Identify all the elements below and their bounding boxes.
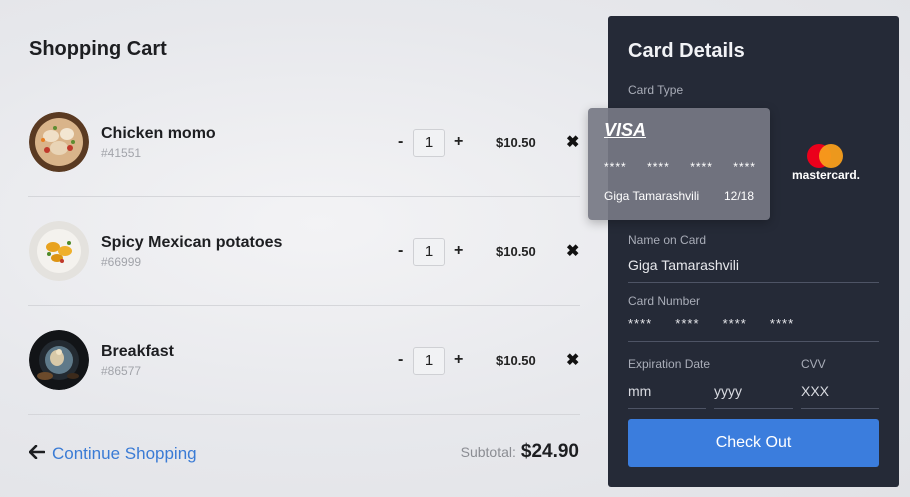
product-image-spicy-mexican-potatoes xyxy=(29,221,89,281)
product-image-chicken-momo xyxy=(29,112,89,172)
decrease-qty-button[interactable]: - xyxy=(398,351,403,369)
product-image-breakfast xyxy=(29,330,89,390)
item-price: $10.50 xyxy=(496,244,536,259)
expiration-date-label: Expiration Date xyxy=(628,357,711,371)
mastercard-option[interactable]: mastercard. xyxy=(790,142,862,184)
visa-card-holder: Giga Tamarashvili xyxy=(604,189,700,203)
arrow-left-icon xyxy=(28,444,46,464)
increase-qty-button[interactable]: + xyxy=(454,133,463,151)
page-title: Shopping Cart xyxy=(29,38,167,60)
visa-card-expiry: 12/18 xyxy=(723,189,754,203)
product-name: Breakfast xyxy=(101,343,174,360)
card-details-panel: Card Details Card Type xyxy=(608,16,899,487)
increase-qty-button[interactable]: + xyxy=(454,242,463,260)
decrease-qty-button[interactable]: - xyxy=(398,242,403,260)
quantity-input[interactable]: 1 xyxy=(413,347,445,375)
visa-card-option[interactable]: VISA **** **** **** **** Giga Tamarashvi… xyxy=(588,108,770,220)
mastercard-orange-circle xyxy=(819,144,843,168)
card-number-group: **** xyxy=(733,160,756,174)
card-number-group: **** xyxy=(604,160,627,174)
visa-logo: VISA xyxy=(604,120,647,140)
expiry-month-field[interactable]: mm xyxy=(628,383,706,409)
remove-item-icon[interactable]: ✖ xyxy=(566,132,579,152)
card-number-field[interactable]: **** **** **** **** xyxy=(628,316,879,342)
item-price: $10.50 xyxy=(496,135,536,150)
remove-item-icon[interactable]: ✖ xyxy=(566,350,579,370)
cart-item-row: Chicken momo #41551 - 1 + $10.50 ✖ xyxy=(28,88,580,197)
subtotal-label: Subtotal: xyxy=(460,444,516,460)
quantity-input[interactable]: 1 xyxy=(413,129,445,157)
item-price: $10.50 xyxy=(496,353,536,368)
mastercard-logo-text: mastercard. xyxy=(791,168,861,182)
subtotal-value: $24.90 xyxy=(520,441,579,462)
name-on-card-label: Name on Card xyxy=(628,233,707,247)
panel-title: Card Details xyxy=(628,40,745,62)
cart-item-row: Spicy Mexican potatoes #66999 - 1 + $10.… xyxy=(28,197,580,306)
product-id: #86577 xyxy=(101,364,142,378)
cvv-label: CVV xyxy=(801,357,826,371)
quantity-input[interactable]: 1 xyxy=(413,238,445,266)
product-name: Chicken momo xyxy=(101,125,216,142)
product-id: #66999 xyxy=(101,255,142,269)
increase-qty-button[interactable]: + xyxy=(454,351,463,369)
product-id: #41551 xyxy=(101,146,142,160)
card-number-group: **** xyxy=(690,160,713,174)
card-number-group: **** xyxy=(647,160,670,174)
cart-item-row: Breakfast #86577 - 1 + $10.50 ✖ xyxy=(28,306,580,415)
product-name: Spicy Mexican potatoes xyxy=(101,234,283,251)
subtotal: Subtotal: $24.90 xyxy=(461,441,579,463)
checkout-button[interactable]: Check Out xyxy=(628,419,879,467)
decrease-qty-button[interactable]: - xyxy=(398,133,403,151)
card-number-label: Card Number xyxy=(628,294,701,308)
name-on-card-field[interactable]: Giga Tamarashvili xyxy=(628,257,879,283)
expiry-year-field[interactable]: yyyy xyxy=(714,383,793,409)
visa-card-number: **** **** **** **** xyxy=(604,160,756,174)
cvv-field[interactable]: XXX xyxy=(801,383,879,409)
continue-shopping-label[interactable]: Continue Shopping xyxy=(52,444,197,464)
continue-shopping-link[interactable]: Continue Shopping xyxy=(28,444,197,464)
remove-item-icon[interactable]: ✖ xyxy=(566,241,579,261)
card-type-label: Card Type xyxy=(628,83,684,97)
